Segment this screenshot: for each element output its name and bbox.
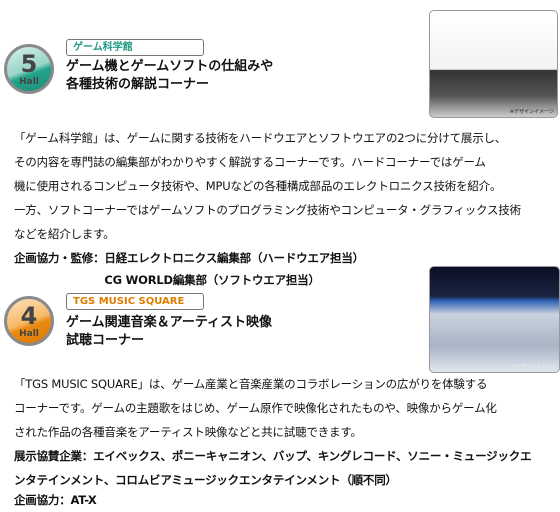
- image-caption: ※デザインイメージ: [509, 109, 554, 115]
- body-line: などを紹介します。: [14, 227, 115, 241]
- body-line: 企画協力：AT-X: [14, 493, 97, 507]
- image-caption: ※デザインイメージ: [511, 364, 556, 370]
- body-line: その内容を専門誌の編集部がわかりやすく解説するコーナーです。ハードコーナーではゲ…: [14, 155, 486, 169]
- body-line: 機に使用されるコンピュータ技術や、MPUなどの各種構成部品のエレクトロニクス技術…: [14, 179, 502, 193]
- section-tag: ゲーム科学館: [66, 39, 204, 56]
- title-line: 試聴コーナー: [66, 333, 145, 348]
- body-line: 企画協力・監修：日経エレクトロニクス編集部（ハードウエア担当）: [14, 251, 364, 265]
- body-line: 展示協賛企業：エイベックス、ポニーキャニオン、バップ、キングレコード、ソニー・ミ…: [14, 449, 532, 463]
- body-line: 「ゲーム科学館」は、ゲームに関する技術をハードウエアとソフトウエアの2つに分けて…: [14, 131, 507, 145]
- hall-label: Hall: [19, 329, 39, 339]
- body-line: コーナーです。ゲームの主題歌をはじめ、ゲーム原作で映像化されたものや、映像からゲ…: [14, 401, 497, 415]
- section-title: ゲーム機とゲームソフトの仕組みや 各種技術の解説コーナー: [66, 58, 273, 94]
- title-line: 各種技術の解説コーナー: [66, 77, 210, 92]
- section-body: 「TGS MUSIC SQUARE」は、ゲーム産業と音楽産業のコラボレーションの…: [14, 372, 532, 512]
- hall-5-badge: 5 Hall: [4, 44, 54, 94]
- booth-image: ※デザインイメージ: [429, 10, 558, 118]
- title-line: ゲーム機とゲームソフトの仕組みや: [66, 59, 274, 74]
- booth-image: ※デザインイメージ: [429, 266, 560, 373]
- section-tag: TGS MUSIC SQUARE: [66, 293, 204, 310]
- body-line: 一方、ソフトコーナーではゲームソフトのプログラミング技術やコンピュータ・グラフィ…: [14, 203, 521, 217]
- hall-label: Hall: [19, 77, 39, 87]
- section-title: ゲーム関連音楽＆アーティスト映像 試聴コーナー: [66, 314, 272, 350]
- body-line: された作品の各種音楽をアーティスト映像などと共に試聴できます。: [14, 425, 362, 439]
- hall-number: 5: [20, 50, 38, 78]
- title-line: ゲーム関連音楽＆アーティスト映像: [66, 315, 273, 330]
- hall-number: 4: [20, 302, 38, 330]
- body-line: 「TGS MUSIC SQUARE」は、ゲーム産業と音楽産業のコラボレーションの…: [14, 377, 488, 391]
- hall-4-badge: 4 Hall: [4, 296, 54, 346]
- body-line: ンタテインメント、コロムビアミュージックエンタテインメント（順不同）: [14, 473, 397, 487]
